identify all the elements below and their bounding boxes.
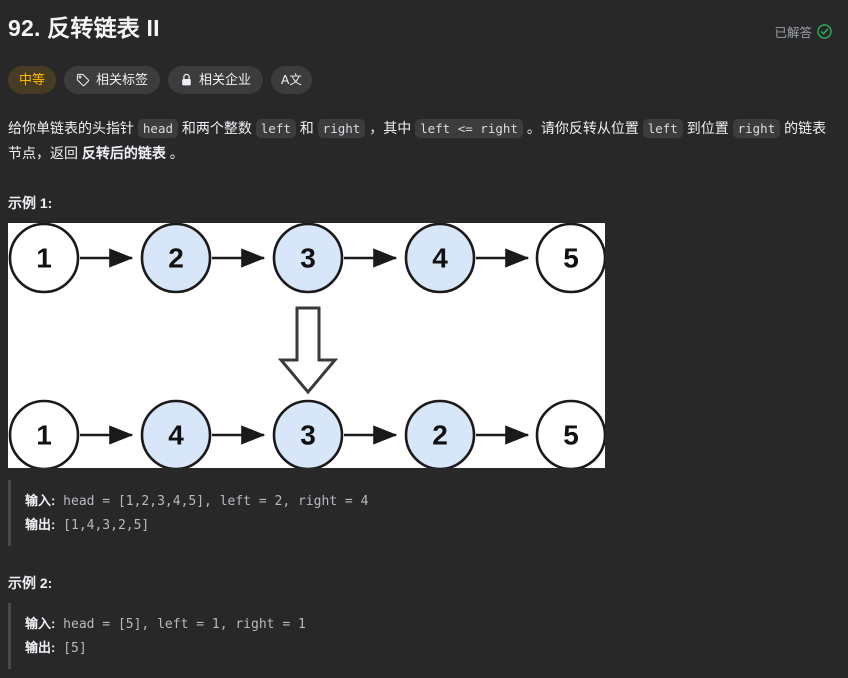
lock-icon xyxy=(180,73,193,87)
svg-text:2: 2 xyxy=(432,420,448,451)
translate-pill[interactable]: A文 xyxy=(271,66,312,94)
example-1-output-label: 输出: xyxy=(25,517,56,532)
code-right-2: right xyxy=(732,119,781,138)
example-1-block: 输入: head = [1,2,3,4,5], left = 2, right … xyxy=(8,480,840,546)
example-1-input-label: 输入: xyxy=(25,493,56,508)
example-2-block: 输入: head = [5], left = 1, right = 1 输出: … xyxy=(8,603,840,669)
linked-list-figure: 1 2 3 4 5 1 4 3 2 5 xyxy=(8,223,605,468)
svg-text:5: 5 xyxy=(563,420,579,451)
related-tags-pill[interactable]: 相关标签 xyxy=(64,66,161,94)
example-2-input-value: head = [5], left = 1, right = 1 xyxy=(55,617,306,632)
tag-icon xyxy=(76,73,90,87)
code-left-le-right: left <= right xyxy=(415,119,523,138)
desc-seg-1: 给你单链表的头指针 xyxy=(8,120,138,136)
example-1-heading: 示例 1: xyxy=(8,195,53,211)
difficulty-pill[interactable]: 中等 xyxy=(8,66,57,94)
status-badge: 已解答 xyxy=(774,12,840,41)
code-head: head xyxy=(137,119,178,138)
svg-text:5: 5 xyxy=(563,243,579,274)
page-title: 92. 反转链表 II xyxy=(8,15,160,41)
desc-seg-3: 和 xyxy=(295,120,318,136)
problem-page: 92. 反转链表 II 已解答 中等 相关标签 相关企业 A文 给你单链表的头指… xyxy=(0,0,848,678)
example-1-output-value: [1,4,3,2,5] xyxy=(55,518,150,533)
svg-text:3: 3 xyxy=(300,243,316,274)
example-1-code: 输入: head = [1,2,3,4,5], left = 2, right … xyxy=(8,480,840,546)
code-right-1: right xyxy=(317,119,366,138)
svg-text:4: 4 xyxy=(432,243,448,274)
related-companies-label: 相关企业 xyxy=(199,72,252,87)
desc-seg-6: 到位置 xyxy=(682,120,733,136)
tag-pill-row: 中等 相关标签 相关企业 A文 xyxy=(8,66,840,94)
linked-list-diagram: 1 2 3 4 5 1 4 3 2 5 xyxy=(8,223,605,468)
desc-seg-8: 。 xyxy=(165,145,184,161)
problem-description: 给你单链表的头指针 head 和两个整数 left 和 right ，其中 le… xyxy=(8,116,840,166)
desc-bold-reversed-list: 反转后的链表 xyxy=(81,145,166,161)
example-2-output-label: 输出: xyxy=(25,640,56,655)
related-companies-pill[interactable]: 相关企业 xyxy=(168,66,264,94)
related-tags-label: 相关标签 xyxy=(96,72,149,87)
example-2-code: 输入: head = [5], left = 1, right = 1 输出: … xyxy=(8,603,840,669)
difficulty-label: 中等 xyxy=(19,72,46,87)
svg-text:3: 3 xyxy=(300,420,316,451)
example-2-output-value: [5] xyxy=(55,641,87,656)
desc-seg-2: 和两个整数 xyxy=(178,120,256,136)
desc-seg-4: ，其中 xyxy=(365,120,416,136)
svg-text:2: 2 xyxy=(168,243,184,274)
status-label: 已解答 xyxy=(774,26,812,40)
translate-icon: A文 xyxy=(281,73,302,87)
check-circle-icon xyxy=(817,24,832,39)
code-left-2: left xyxy=(642,119,683,138)
example-2-heading: 示例 2: xyxy=(8,575,53,591)
code-left-1: left xyxy=(255,119,296,138)
example-1-input-value: head = [1,2,3,4,5], left = 2, right = 4 xyxy=(55,494,369,509)
svg-text:1: 1 xyxy=(36,420,52,451)
example-2-input-label: 输入: xyxy=(25,616,56,631)
desc-seg-5: 。请你反转从位置 xyxy=(522,120,643,136)
svg-text:1: 1 xyxy=(36,243,52,274)
header: 92. 反转链表 II 已解答 xyxy=(8,0,840,44)
svg-text:4: 4 xyxy=(168,420,184,451)
